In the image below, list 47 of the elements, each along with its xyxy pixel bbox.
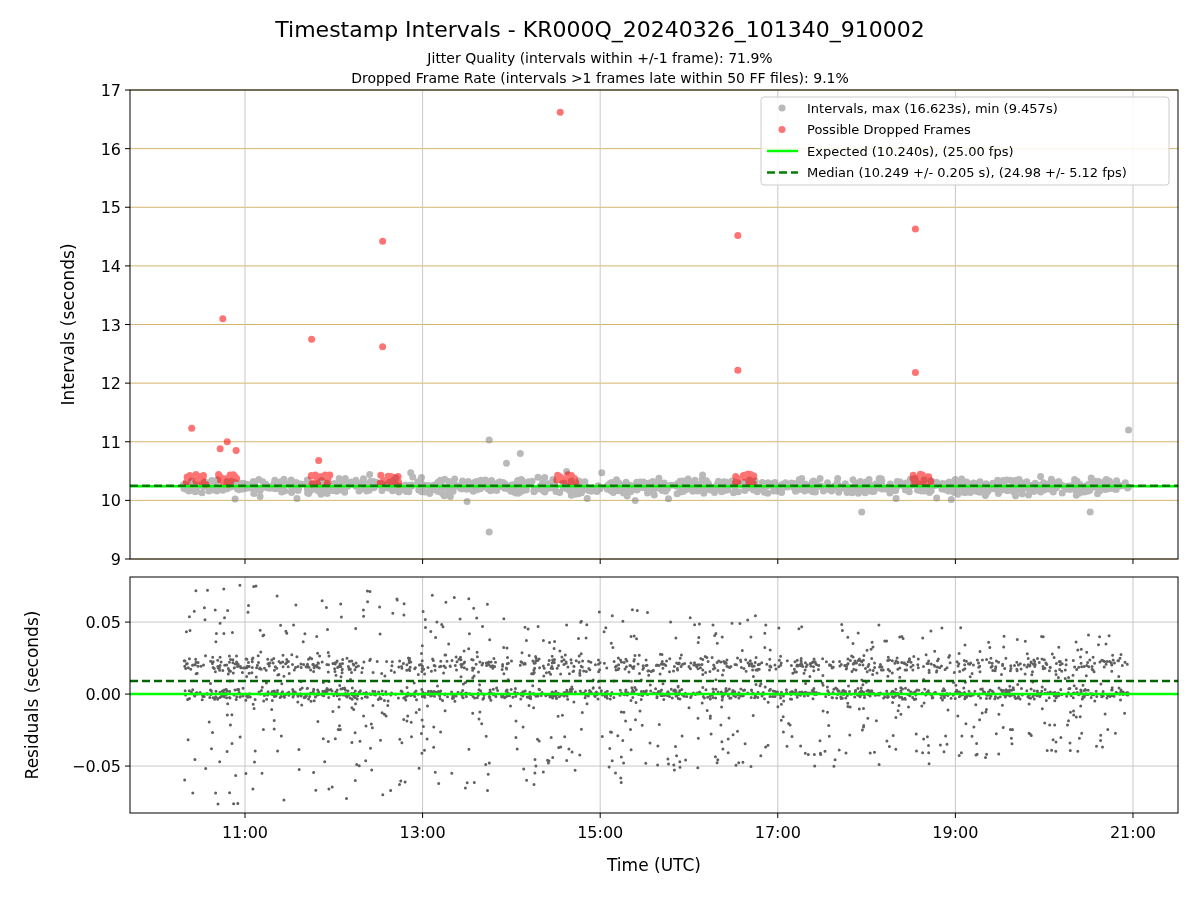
x-axis-label: Time (UTC) <box>607 855 701 875</box>
data-point <box>219 315 227 323</box>
x-tick-label: 19:00 <box>932 823 979 842</box>
data-point <box>188 424 196 432</box>
legend-label: Intervals, max (16.623s), min (9.457s) <box>807 100 1058 116</box>
legend-marker-icon <box>778 104 786 112</box>
x-tick-label: 11:00 <box>221 823 269 842</box>
data-point <box>911 369 919 377</box>
figure-title: Timestamp Intervals - KR000Q_20240326_101340_910002 <box>275 17 925 42</box>
data-point <box>485 528 493 536</box>
x-tick-label: 15:00 <box>577 823 624 842</box>
y-tick-label: 0.05 <box>85 613 121 633</box>
data-point <box>911 225 919 233</box>
y-tick-label: 0.00 <box>85 685 121 705</box>
y-axis-label: Residuals (seconds) <box>22 610 42 780</box>
y-tick-label: 16 <box>100 139 121 159</box>
legend-label: Possible Dropped Frames <box>807 122 971 137</box>
data-point <box>734 366 742 374</box>
data-point <box>556 108 564 116</box>
data-point <box>379 343 387 351</box>
y-tick-label: 13 <box>100 315 121 335</box>
figure-subtitle: Dropped Frame Rate (intervals >1 frames late within 50 FF files): 9.1% <box>351 70 849 86</box>
x-tick-label: 21:00 <box>1109 823 1157 842</box>
legend-marker-icon <box>778 126 786 133</box>
y-tick-label: 14 <box>100 256 121 276</box>
y-tick-label: 9 <box>110 550 121 569</box>
y-tick-label: 11 <box>100 432 121 452</box>
x-tick-label: 13:00 <box>399 823 446 842</box>
x-tick-label: 17:00 <box>754 823 801 842</box>
legend-label: Expected (10.240s), (25.00 fps) <box>807 143 1014 159</box>
data-point <box>734 231 742 239</box>
data-point <box>379 237 387 245</box>
legend-label: Median (10.249 +/- 0.205 s), (24.98 +/- 5.12 fps) <box>807 165 1127 180</box>
data-point <box>315 457 323 464</box>
y-tick-label: 17 <box>100 81 121 100</box>
y-tick-label: 10 <box>100 491 121 511</box>
y-tick-label: 15 <box>100 198 121 218</box>
y-tick-label: −0.05 <box>71 757 121 777</box>
legend-line-icon <box>767 149 798 153</box>
data-point <box>1125 426 1133 434</box>
legend-dashed-line-icon <box>767 171 798 174</box>
data-point <box>308 335 316 343</box>
y-axis-label: Intervals (seconds) <box>58 243 78 406</box>
data-point <box>516 450 524 457</box>
y-tick-label: 12 <box>100 374 121 394</box>
figure-subtitle: Jitter Quality (intervals within +/-1 frame): 71.9% <box>427 50 773 66</box>
data-point <box>485 436 493 444</box>
